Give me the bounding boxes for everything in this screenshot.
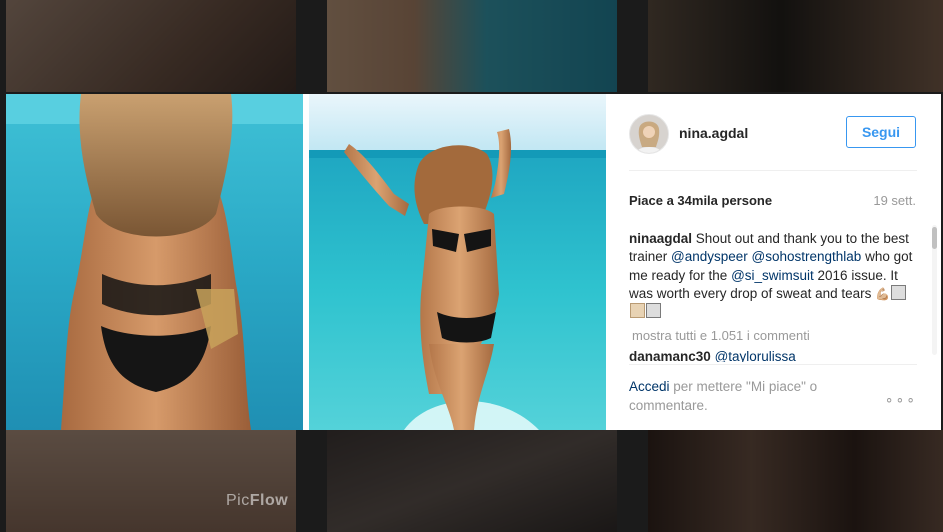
feed-thumbnail[interactable]: [327, 430, 617, 532]
picflow-watermark: PicFlow: [226, 492, 289, 509]
feed-thumbnail[interactable]: [648, 0, 943, 92]
feed-thumbnail[interactable]: [648, 430, 943, 532]
show-all-comments-link[interactable]: mostra tutti e 1.051 i commenti: [632, 328, 914, 343]
comment-row: danamanc30 @taylorulissa: [629, 349, 914, 362]
feed-thumbnail[interactable]: [6, 430, 296, 532]
comment-author[interactable]: danamanc30: [629, 349, 711, 362]
caption-author[interactable]: ninaagdal: [629, 231, 692, 246]
unsupported-emoji-glyph: [891, 284, 907, 300]
follow-button[interactable]: Segui: [846, 116, 916, 148]
feed-thumbnail[interactable]: [6, 0, 296, 92]
comments-scrollbar[interactable]: [932, 225, 937, 355]
more-options-icon[interactable]: ∘∘∘: [885, 391, 917, 408]
post-modal: nina.agdal Segui Piace a 34mila persone …: [6, 94, 941, 430]
unsupported-emoji-glyph: [646, 303, 661, 319]
post-photo-right: [309, 94, 606, 430]
post-photo-left: [6, 94, 303, 430]
mention-link[interactable]: @sohostrengthlab: [752, 249, 862, 264]
post-timestamp[interactable]: 19 sett.: [873, 193, 916, 208]
mention-link[interactable]: @si_swimsuit: [731, 268, 814, 283]
comments-section: ninaagdal Shout out and thank you to the…: [629, 230, 914, 362]
divider: [629, 364, 917, 365]
divider: [629, 170, 917, 171]
post-caption: ninaagdal Shout out and thank you to the…: [629, 230, 914, 321]
likes-count[interactable]: Piace a 34mila persone: [629, 193, 772, 208]
mention-link[interactable]: @andyspeer: [671, 249, 748, 264]
post-side-panel: nina.agdal Segui Piace a 34mila persone …: [606, 94, 941, 430]
flexed-biceps-emoji: 💪🏼: [875, 286, 891, 301]
post-author-username[interactable]: nina.agdal: [679, 125, 748, 141]
avatar[interactable]: [629, 114, 669, 154]
scrollbar-thumb[interactable]: [932, 227, 937, 249]
feed-thumbnail[interactable]: [327, 0, 617, 92]
login-link[interactable]: Accedi: [629, 379, 670, 394]
folded-hands-emoji: [630, 303, 645, 319]
post-header: nina.agdal Segui: [606, 94, 941, 170]
login-prompt: Accedi per mettere "Mi piace" o commenta…: [629, 378, 844, 415]
mention-link[interactable]: @taylorulissa: [715, 349, 796, 362]
